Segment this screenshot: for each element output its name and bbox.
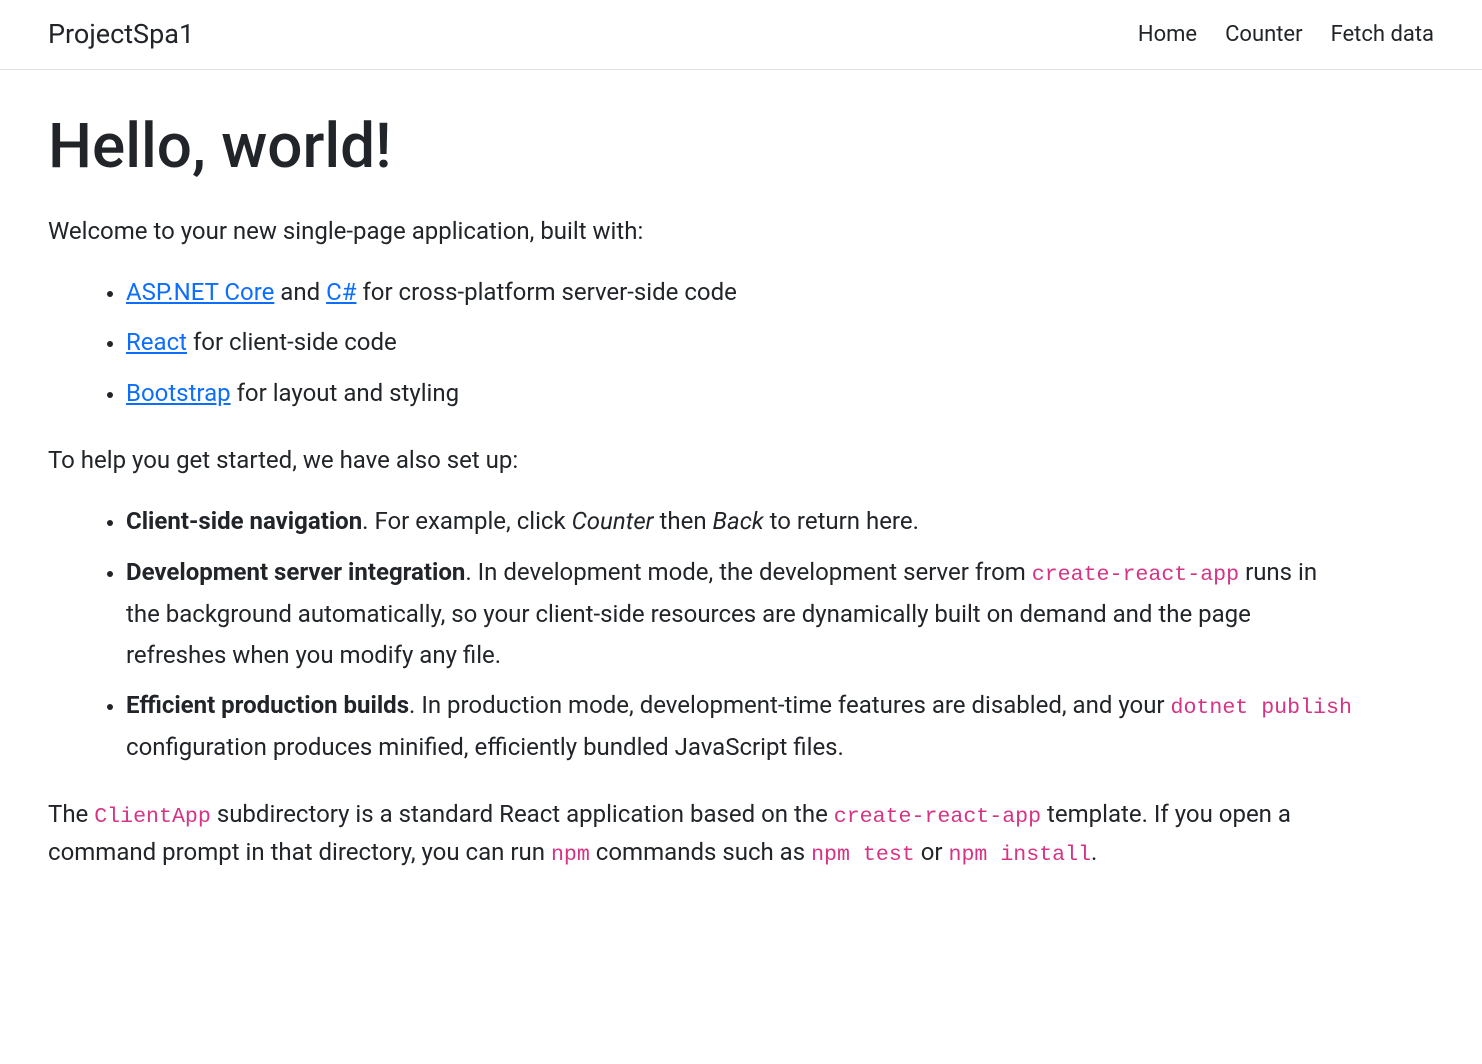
nav-link-home[interactable]: Home — [1138, 22, 1197, 47]
main-container: Hello, world! Welcome to your new single… — [0, 70, 1400, 925]
feature-bold: Client-side navigation — [126, 507, 362, 535]
text: for client-side code — [187, 328, 397, 356]
intro-paragraph: Welcome to your new single-page applicat… — [48, 213, 1352, 250]
final-paragraph: The ClientApp subdirectory is a standard… — [48, 796, 1352, 873]
code-npm-test: npm test — [811, 843, 915, 867]
list-item: Development server integration. In devel… — [126, 552, 1352, 675]
link-csharp[interactable]: C# — [326, 278, 356, 306]
tech-list: ASP.NET Core and C# for cross-platform s… — [48, 272, 1352, 414]
text: . In development mode, the development s… — [465, 558, 1031, 586]
list-item: Client-side navigation. For example, cli… — [126, 501, 1352, 542]
list-item: Bootstrap for layout and styling — [126, 373, 1352, 414]
feature-bold: Development server integration — [126, 558, 465, 586]
list-item: ASP.NET Core and C# for cross-platform s… — [126, 272, 1352, 313]
feature-em: Counter — [572, 507, 654, 535]
feature-bold: Efficient production builds — [126, 691, 409, 719]
code-npm-install: npm install — [948, 843, 1091, 867]
list-item: Efficient production builds. In producti… — [126, 685, 1352, 768]
setup-intro-paragraph: To help you get started, we have also se… — [48, 442, 1352, 479]
code-dotnet-publish: dotnet publish — [1171, 696, 1352, 720]
navbar-brand[interactable]: ProjectSpa1 — [48, 14, 194, 55]
text: . — [1091, 838, 1097, 866]
text: and — [274, 278, 326, 306]
text: then — [654, 507, 713, 535]
text: subdirectory is a standard React applica… — [211, 800, 834, 828]
code-create-react-app: create-react-app — [834, 805, 1041, 829]
text: or — [915, 838, 949, 866]
text: commands such as — [590, 838, 811, 866]
text: for cross-platform server-side code — [356, 278, 736, 306]
nav-link-counter[interactable]: Counter — [1225, 22, 1302, 47]
code-clientapp: ClientApp — [94, 805, 211, 829]
text: to return here. — [764, 507, 919, 535]
text: for layout and styling — [231, 379, 459, 407]
page-title: Hello, world! — [48, 100, 1352, 193]
link-react[interactable]: React — [126, 328, 187, 356]
code-create-react-app: create-react-app — [1032, 563, 1239, 587]
text: configuration produces minified, efficie… — [126, 733, 844, 761]
code-npm: npm — [551, 843, 590, 867]
link-aspnet-core[interactable]: ASP.NET Core — [126, 278, 274, 306]
feature-list: Client-side navigation. For example, cli… — [48, 501, 1352, 768]
navbar: ProjectSpa1 Home Counter Fetch data — [0, 0, 1482, 70]
link-bootstrap[interactable]: Bootstrap — [126, 379, 231, 407]
navbar-nav: Home Counter Fetch data — [1138, 18, 1434, 51]
text: . For example, click — [362, 507, 571, 535]
text: . In production mode, development-time f… — [409, 691, 1170, 719]
nav-link-fetch-data[interactable]: Fetch data — [1331, 22, 1434, 47]
feature-em: Back — [713, 507, 764, 535]
list-item: React for client-side code — [126, 322, 1352, 363]
text: The — [48, 800, 94, 828]
